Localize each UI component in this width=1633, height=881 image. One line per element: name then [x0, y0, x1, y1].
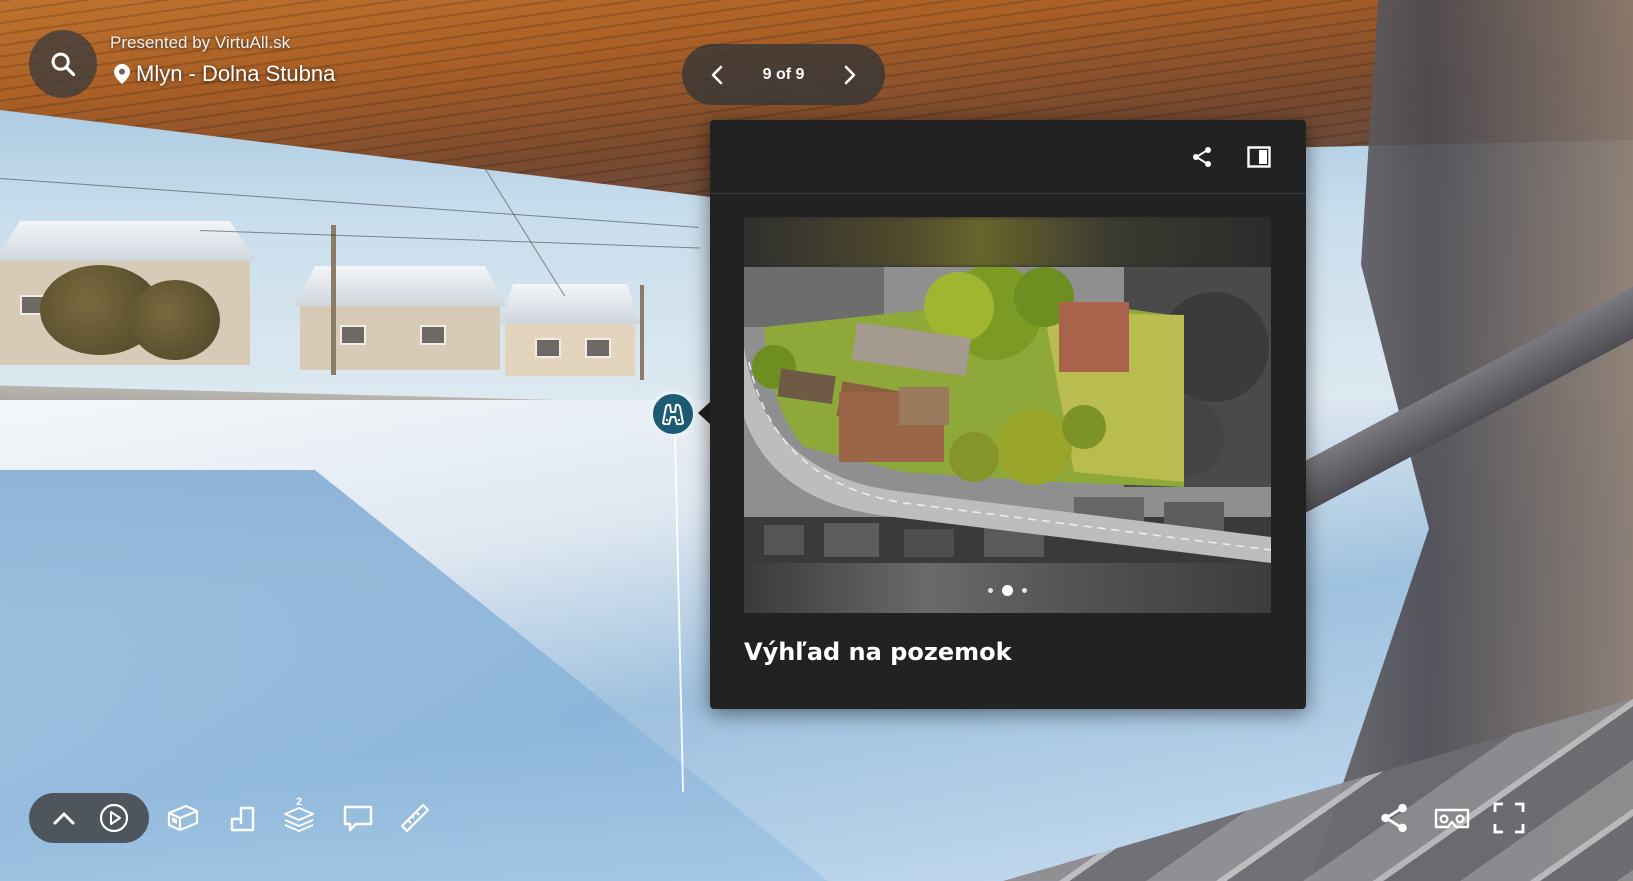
expand-toolbar-button[interactable]	[48, 802, 80, 834]
house	[499, 284, 641, 376]
previous-tag-button[interactable]	[702, 60, 732, 90]
card-share-button[interactable]	[1187, 142, 1217, 172]
presented-by-label[interactable]: Presented by VirtuAll.sk	[110, 33, 290, 53]
share-icon	[1193, 147, 1211, 167]
map-pin-icon	[114, 64, 130, 84]
chevron-right-icon	[844, 65, 856, 84]
dollhouse-button[interactable]	[163, 798, 203, 838]
vr-button[interactable]	[1432, 798, 1472, 838]
floor-number-badge: 2	[296, 796, 303, 808]
carousel-dot-active[interactable]	[1002, 585, 1013, 596]
search-button[interactable]	[29, 30, 97, 98]
floorplan-button[interactable]	[222, 798, 262, 838]
mattertag-toggle-button[interactable]	[338, 798, 378, 838]
measure-button[interactable]	[395, 798, 435, 838]
search-icon	[51, 52, 76, 77]
share-icon	[1381, 803, 1407, 833]
location-title: Mlyn - Dolna Stubna	[114, 61, 335, 87]
location-name: Mlyn - Dolna Stubna	[136, 61, 336, 86]
measure-ruler-icon	[400, 803, 430, 833]
sidebar-panel-icon	[1247, 146, 1271, 168]
media-blur-top	[744, 217, 1271, 267]
fullscreen-icon	[1493, 802, 1525, 834]
tag-pager: 9 of 9	[682, 44, 885, 105]
card-sidebar-button[interactable]	[1244, 142, 1274, 172]
mattertag-marker[interactable]	[650, 391, 696, 437]
utility-pole	[640, 285, 644, 380]
play-tour-button[interactable]	[97, 801, 131, 835]
house	[294, 266, 506, 370]
binoculars-icon	[662, 403, 684, 425]
tree	[130, 280, 220, 360]
card-pointer	[698, 402, 710, 424]
floorplan-icon	[230, 806, 255, 832]
aerial-photo	[744, 267, 1271, 563]
carousel-dots	[744, 585, 1271, 596]
utility-pole	[331, 225, 336, 375]
mattertag-comment-icon	[343, 805, 373, 832]
chevron-up-icon	[53, 812, 74, 825]
tag-title: Výhľad na pozemok	[744, 638, 1012, 666]
carousel-dot[interactable]	[988, 588, 993, 593]
next-tag-button[interactable]	[835, 60, 865, 90]
carousel-dot[interactable]	[1022, 588, 1027, 593]
vr-headset-icon	[1434, 808, 1470, 829]
tag-count: 9 of 9	[762, 65, 805, 83]
mattertag-card: Výhľad na pozemok	[710, 120, 1306, 709]
share-button[interactable]	[1374, 798, 1414, 838]
dollhouse-icon	[167, 804, 199, 832]
fullscreen-button[interactable]	[1489, 798, 1529, 838]
tour-controls	[29, 793, 149, 843]
chevron-left-icon	[711, 65, 723, 84]
tag-media-carousel[interactable]	[744, 217, 1271, 613]
play-icon	[99, 803, 128, 833]
card-header	[710, 120, 1306, 194]
